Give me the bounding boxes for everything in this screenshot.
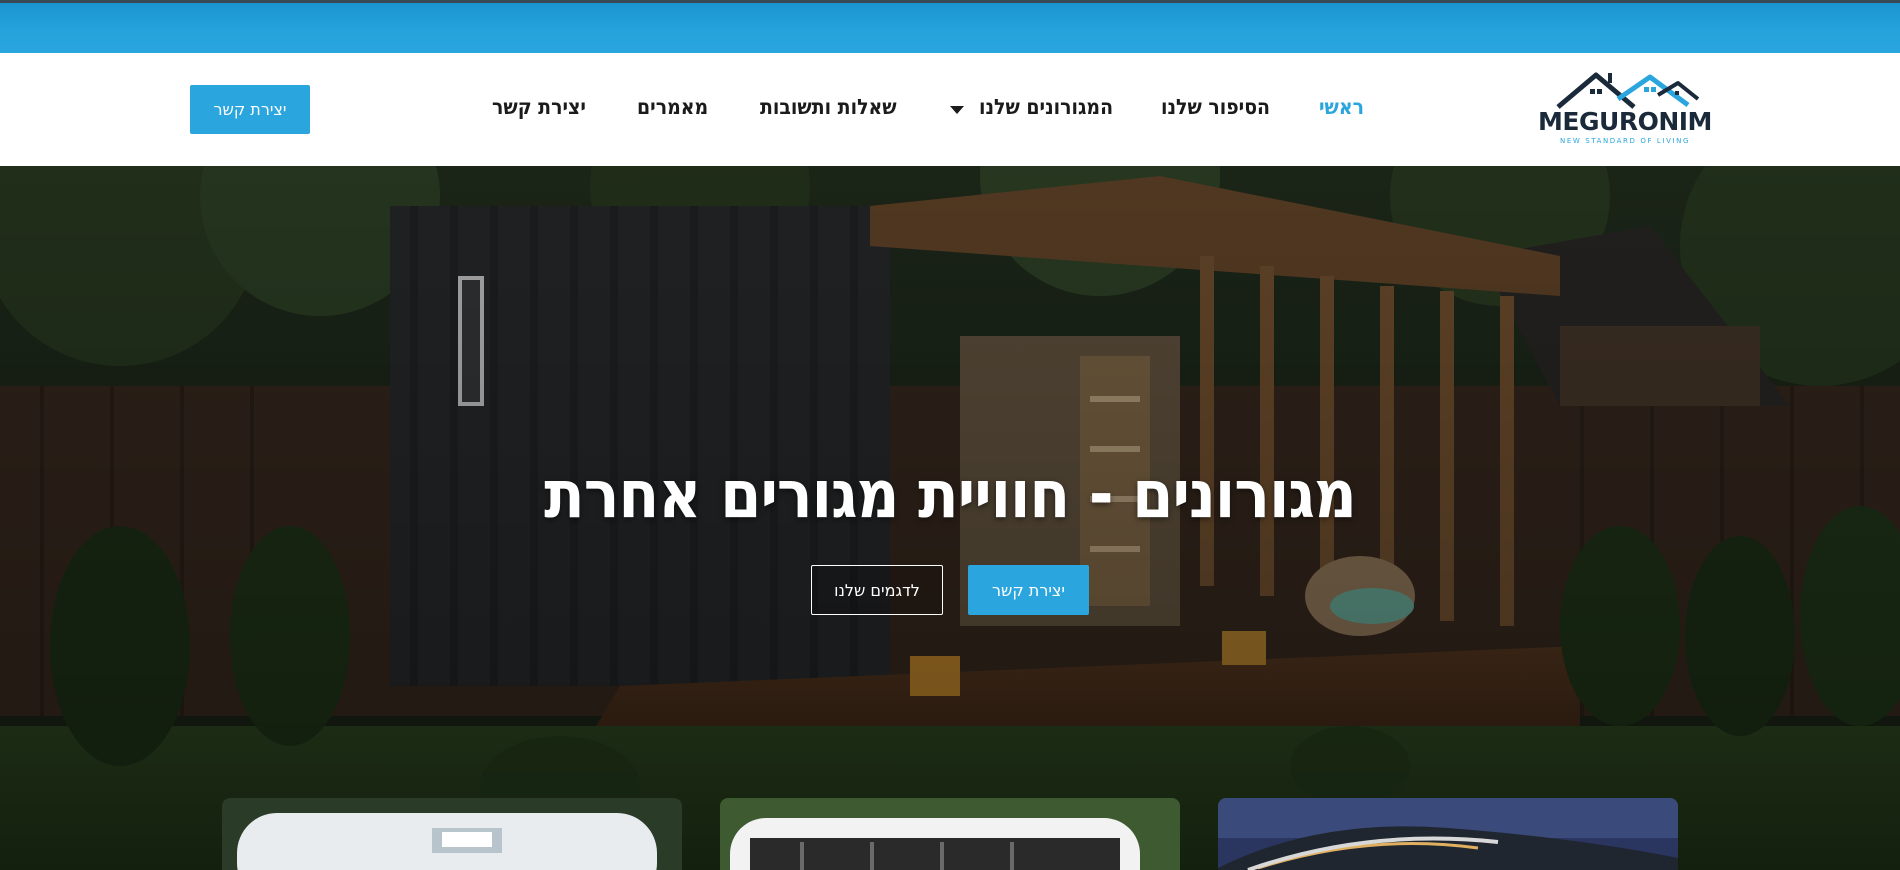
chevron-down-icon[interactable] xyxy=(950,106,964,114)
header-contact-button[interactable]: יצירת קשר xyxy=(190,85,310,134)
model-card-2[interactable] xyxy=(720,798,1180,870)
model-card-image xyxy=(720,798,1180,870)
site-logo[interactable]: MEGURONIM NEW STANDARD OF LIVING xyxy=(1538,69,1712,151)
nav-item-articles[interactable]: מאמרים xyxy=(637,95,708,125)
nav-item-home[interactable]: ראשי xyxy=(1319,95,1364,125)
model-card-image xyxy=(222,798,682,870)
hero-title: מגורונים - חוויית מגורים אחרת xyxy=(544,456,1357,533)
model-card-3[interactable] xyxy=(1218,798,1678,870)
model-card-1[interactable] xyxy=(222,798,682,870)
hero-contact-button[interactable]: יצירת קשר xyxy=(968,565,1089,615)
logo-wordmark: MEGURONIM xyxy=(1538,107,1712,136)
nav-item-contact[interactable]: יצירת קשר xyxy=(492,95,586,125)
top-accent-bar xyxy=(0,0,1900,53)
model-card-image xyxy=(1218,798,1678,870)
site-header: MEGURONIM NEW STANDARD OF LIVING ראשי הס… xyxy=(0,53,1900,166)
house-roof-icon xyxy=(1556,72,1700,109)
nav-item-faq[interactable]: שאלות ותשובות xyxy=(760,95,897,125)
hero-models-button[interactable]: לדגמים שלנו xyxy=(811,565,943,615)
nav-item-homes[interactable]: המגורונים שלנו xyxy=(979,95,1113,125)
hero-section: מגורונים - חוויית מגורים אחרת יצירת קשר … xyxy=(0,166,1900,870)
nav-item-story[interactable]: הסיפור שלנו xyxy=(1161,95,1270,125)
logo-tagline: NEW STANDARD OF LIVING xyxy=(1560,137,1690,145)
